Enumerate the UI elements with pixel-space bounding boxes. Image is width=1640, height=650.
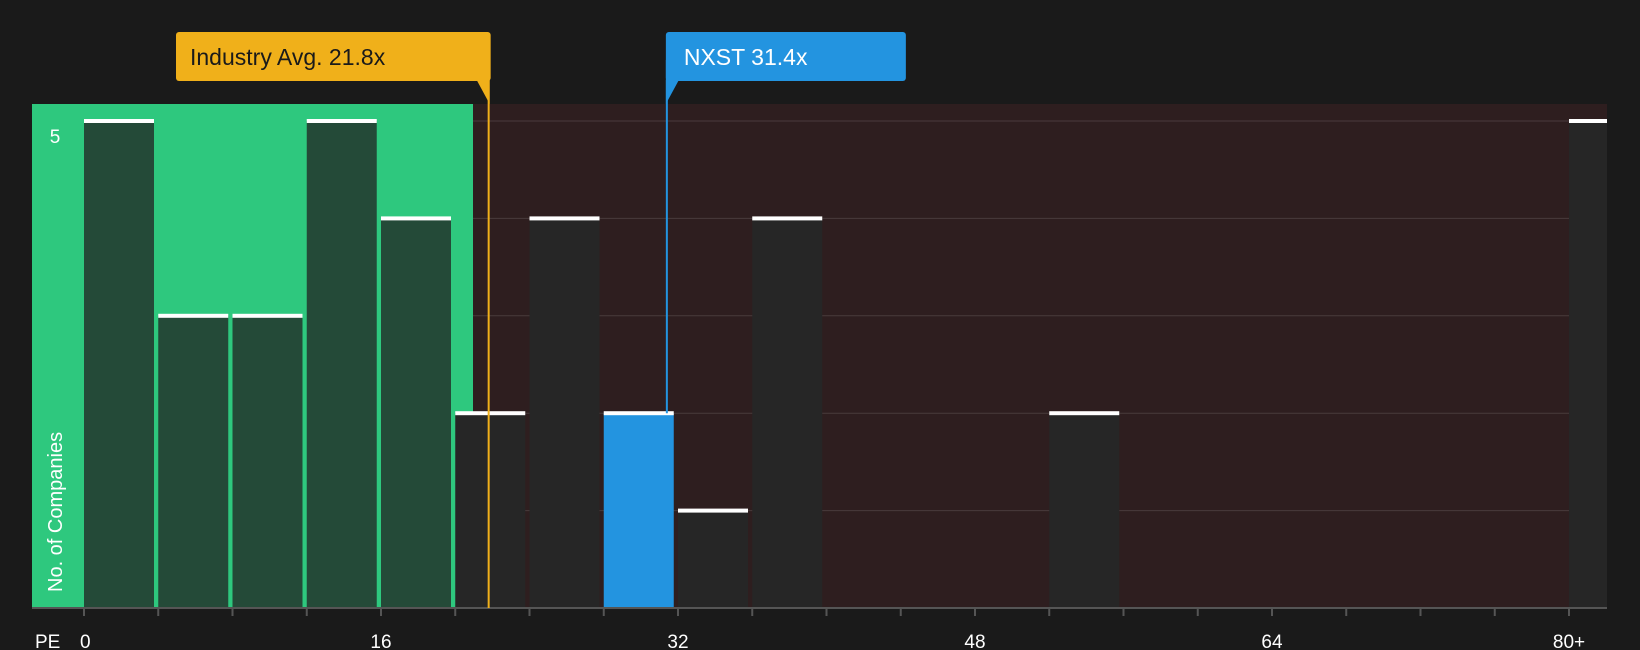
histogram-bar [678, 510, 748, 608]
histogram-bar [306, 121, 377, 608]
histogram-bar [603, 413, 674, 608]
bar-cap [158, 313, 229, 318]
y-axis-label: No. of Companies [45, 432, 67, 592]
histogram-bar [529, 218, 600, 608]
industry-average-label: Industry Avg. 21.8x [190, 44, 386, 70]
bar-cap [1569, 119, 1607, 123]
x-tick-label: 80+ [1553, 632, 1585, 650]
histogram-bar [752, 218, 823, 608]
y-tick-label: 5 [50, 127, 61, 148]
histogram-bar [232, 315, 303, 608]
x-tick-label: 64 [1261, 632, 1283, 650]
bar-cap [529, 216, 600, 221]
company-pe-label: NXST 31.4x [684, 44, 808, 70]
pe-distribution-chart: 0 16 32 48 64 80+ 5 Industry Avg. 21.8x NXST 31… [0, 0, 1640, 650]
histogram-bar [158, 315, 229, 608]
bar-cap [752, 216, 823, 221]
histogram-bar [1049, 413, 1120, 608]
histogram-bar [455, 413, 526, 608]
x-tick-label: 48 [964, 632, 985, 650]
histogram-bar [1569, 121, 1607, 608]
histogram-bar [84, 121, 154, 608]
histogram-bar [381, 218, 451, 608]
bar-cap [1049, 411, 1120, 416]
x-axis-label: PE [35, 632, 60, 650]
x-tick-label: 32 [667, 632, 688, 650]
bar-cap [84, 119, 154, 123]
bar-cap [381, 216, 451, 221]
bar-cap [232, 313, 303, 318]
x-tick-label: 16 [370, 632, 391, 650]
bar-cap [455, 411, 526, 416]
bar-cap [678, 508, 748, 513]
bar-cap [603, 411, 674, 416]
x-tick-label: 0 [80, 632, 91, 650]
bar-cap [306, 119, 377, 123]
